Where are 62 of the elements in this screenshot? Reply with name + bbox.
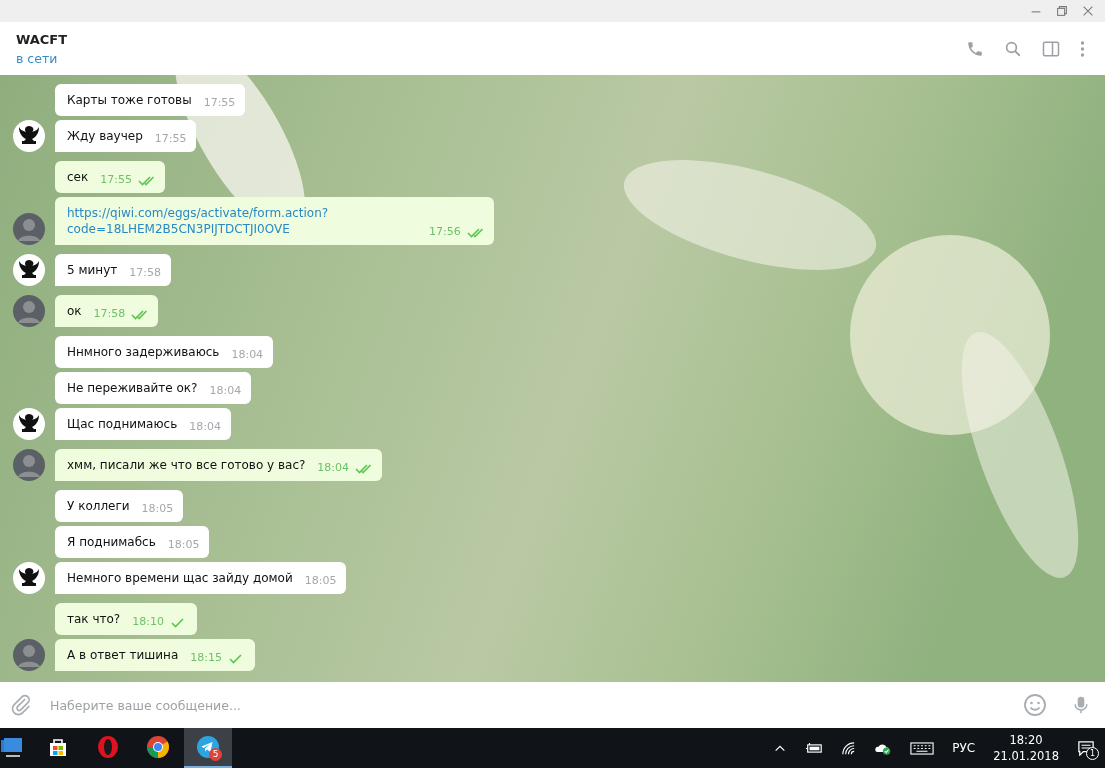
message-time: 17:58 <box>93 306 126 322</box>
message-text: Жду ваучер <box>67 128 143 144</box>
wifi-icon[interactable] <box>841 740 857 756</box>
contact-logo-avatar[interactable] <box>13 408 45 440</box>
notification-count: 1 <box>1086 747 1099 760</box>
message-time: 17:55 <box>203 95 236 111</box>
close-icon[interactable] <box>1081 4 1095 18</box>
message-time: 18:04 <box>317 460 350 476</box>
taskbar-app-button[interactable]: 5 <box>184 728 232 768</box>
clock-time: 18:20 <box>1009 732 1043 748</box>
restore-icon[interactable] <box>1055 4 1069 18</box>
unread-badge: 5 <box>209 748 222 761</box>
search-icon[interactable] <box>1004 39 1022 58</box>
side-panel-icon[interactable] <box>1042 39 1060 58</box>
browser-circle-icon[interactable] <box>146 735 170 759</box>
contact-logo-avatar[interactable] <box>13 120 45 152</box>
message-time: 17:55 <box>100 172 132 188</box>
phone-icon[interactable] <box>966 39 984 58</box>
online-status: в сети <box>16 50 59 66</box>
message-text: Ннмного задерживаюсь <box>67 344 220 360</box>
message-text: хмм, писали же что все готово у вас? <box>67 457 306 473</box>
computer-icon[interactable] <box>0 736 24 760</box>
message-input[interactable]: Наберите ваше сообщение... <box>44 690 999 720</box>
more-menu-icon[interactable] <box>1080 39 1085 58</box>
message-text: так что? <box>67 611 121 627</box>
message-time: 17:56 <box>429 224 461 240</box>
clock[interactable]: 18:20 21.01.2018 <box>993 732 1059 764</box>
user-avatar[interactable] <box>13 295 45 327</box>
clock-date: 21.01.2018 <box>993 748 1059 764</box>
message-text: Я поднимабсь <box>67 534 156 550</box>
message-time: 18:10 <box>132 614 164 630</box>
message-text: Немного времени щас зайду домой <box>67 570 293 586</box>
message-text: А в ответ тишина <box>67 647 179 663</box>
message-time: 17:58 <box>129 265 161 281</box>
keyboard-icon[interactable] <box>910 740 935 756</box>
message-text: У коллеги <box>67 498 130 514</box>
message-time: 17:55 <box>154 131 187 147</box>
message-text: ок <box>67 303 82 319</box>
message-time: 18:04 <box>189 419 221 435</box>
message-time: 18:05 <box>167 537 200 553</box>
message-time: 18:04 <box>231 347 264 363</box>
message-time: 18:05 <box>141 501 174 517</box>
contact-logo-avatar[interactable] <box>13 562 45 594</box>
message-text: сек <box>67 169 89 185</box>
paperclip-icon[interactable] <box>10 694 32 716</box>
message-link[interactable]: https://qiwi.com/eggs/activate/form.action?code=18LHEM2B5CN3PIJTDCTJI0OVE <box>67 205 367 237</box>
user-avatar[interactable] <box>13 449 45 481</box>
message-text: Не переживайте ок? <box>67 380 198 396</box>
message-time: 18:15 <box>190 650 222 666</box>
user-avatar[interactable] <box>13 213 45 245</box>
message-text: Карты тоже готовы <box>67 92 192 108</box>
user-avatar[interactable] <box>13 639 45 671</box>
message-text: Щас поднимаюсь <box>67 416 178 432</box>
message-time: 18:04 <box>209 383 242 399</box>
notification-icon[interactable] <box>1077 740 1095 756</box>
language-indicator[interactable]: РУС <box>952 741 976 755</box>
chat-title: WACFT <box>16 31 68 47</box>
message-text: 5 минут <box>67 262 118 278</box>
battery-icon[interactable] <box>805 741 824 755</box>
ring-icon[interactable] <box>96 735 120 759</box>
message-time: 18:05 <box>304 573 337 589</box>
contact-logo-avatar[interactable] <box>13 254 45 286</box>
